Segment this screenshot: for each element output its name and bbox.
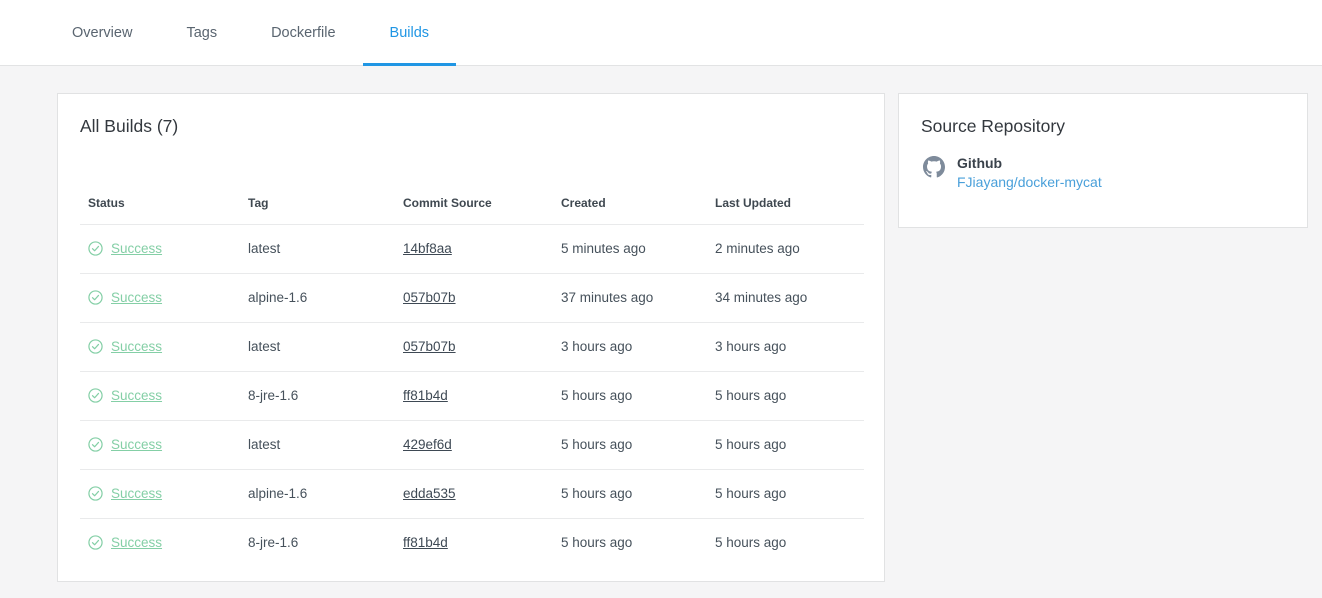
tab-tags-label: Tags bbox=[186, 24, 218, 41]
build-row: Success alpine-1.6 edda535 5 hours ago 5… bbox=[80, 469, 864, 519]
build-created: 5 hours ago bbox=[553, 371, 707, 421]
build-last-updated: 5 hours ago bbox=[707, 420, 864, 470]
all-builds-panel: All Builds (7) Status Tag Commit Source … bbox=[57, 93, 885, 582]
build-status-link[interactable]: Success bbox=[111, 339, 162, 354]
build-status-link[interactable]: Success bbox=[111, 388, 162, 403]
build-status-link[interactable]: Success bbox=[111, 535, 162, 550]
success-check-icon bbox=[88, 290, 103, 305]
build-row: Success latest 429ef6d 5 hours ago 5 hou… bbox=[80, 420, 864, 470]
success-check-icon bbox=[88, 437, 103, 452]
column-header-created: Created bbox=[553, 182, 707, 225]
build-status-link[interactable]: Success bbox=[111, 437, 162, 452]
build-status-link[interactable]: Success bbox=[111, 241, 162, 256]
build-created: 5 hours ago bbox=[561, 535, 633, 550]
source-provider-label: Github bbox=[957, 155, 1003, 171]
all-builds-title: All Builds (7) bbox=[80, 116, 179, 136]
build-tag: latest bbox=[240, 224, 395, 274]
source-repo-info: Github FJiayang/docker-mycat bbox=[957, 154, 1102, 192]
build-row: Success 8-jre-1.6 ff81b4d 5 hours ago 5 … bbox=[80, 518, 864, 567]
success-check-icon bbox=[88, 388, 103, 403]
repo-tab-bar: Overview Tags Dockerfile Builds bbox=[0, 0, 1322, 66]
builds-table-body: Success latest 14bf8aa 5 minutes ago 2 m… bbox=[80, 224, 864, 567]
source-repository-title: Source Repository bbox=[921, 116, 1065, 136]
build-row: Success latest 057b07b 3 hours ago 3 hou… bbox=[80, 322, 864, 372]
build-last-updated: 5 hours ago bbox=[707, 371, 864, 421]
column-header-tag: Tag bbox=[240, 182, 395, 225]
success-check-icon bbox=[88, 535, 103, 550]
commit-source-link[interactable]: 057b07b bbox=[403, 339, 456, 354]
commit-source-link[interactable]: ff81b4d bbox=[403, 535, 448, 550]
tab-overview-label: Overview bbox=[72, 24, 133, 41]
tab-builds[interactable]: Builds bbox=[362, 0, 457, 66]
build-tag: 8-jre-1.6 bbox=[248, 535, 299, 550]
build-tag: alpine-1.6 bbox=[240, 469, 395, 519]
build-last-updated: 2 minutes ago bbox=[707, 224, 864, 274]
commit-source-link[interactable]: 057b07b bbox=[403, 290, 456, 305]
build-last-updated: 5 hours ago bbox=[715, 535, 787, 550]
builds-table: Status Tag Commit Source Created Last Up… bbox=[80, 182, 864, 567]
build-last-updated: 34 minutes ago bbox=[707, 273, 864, 323]
tab-tags[interactable]: Tags bbox=[159, 0, 244, 65]
github-icon bbox=[923, 156, 945, 183]
column-header-last-updated: Last Updated bbox=[707, 182, 864, 225]
builds-table-header-row: Status Tag Commit Source Created Last Up… bbox=[80, 182, 864, 225]
column-header-status: Status bbox=[80, 182, 240, 225]
build-row: Success 8-jre-1.6 ff81b4d 5 hours ago 5 … bbox=[80, 371, 864, 421]
commit-source-link[interactable]: edda535 bbox=[403, 486, 456, 501]
tab-builds-label: Builds bbox=[389, 24, 430, 41]
source-repository-panel: Source Repository Github FJiayang/docker… bbox=[898, 93, 1308, 228]
build-tag: 8-jre-1.6 bbox=[240, 371, 395, 421]
build-last-updated: 5 hours ago bbox=[707, 469, 864, 519]
tab-dockerfile-label: Dockerfile bbox=[271, 24, 336, 41]
column-header-commit: Commit Source bbox=[395, 182, 553, 225]
build-created: 3 hours ago bbox=[553, 322, 707, 372]
build-created: 5 hours ago bbox=[553, 420, 707, 470]
success-check-icon bbox=[88, 241, 103, 256]
build-status-link[interactable]: Success bbox=[111, 290, 162, 305]
build-created: 5 minutes ago bbox=[553, 224, 707, 274]
build-created: 5 hours ago bbox=[553, 469, 707, 519]
content-area: All Builds (7) Status Tag Commit Source … bbox=[0, 66, 1322, 582]
tab-overview[interactable]: Overview bbox=[45, 0, 159, 65]
source-repo-row: Github FJiayang/docker-mycat bbox=[923, 154, 1307, 192]
build-tag: latest bbox=[240, 420, 395, 470]
commit-source-link[interactable]: 14bf8aa bbox=[403, 241, 452, 256]
source-repo-link[interactable]: FJiayang/docker-mycat bbox=[957, 174, 1102, 190]
success-check-icon bbox=[88, 339, 103, 354]
build-tag: latest bbox=[240, 322, 395, 372]
commit-source-link[interactable]: 429ef6d bbox=[403, 437, 452, 452]
build-tag: alpine-1.6 bbox=[240, 273, 395, 323]
success-check-icon bbox=[88, 486, 103, 501]
tab-dockerfile[interactable]: Dockerfile bbox=[244, 0, 362, 65]
build-row: Success alpine-1.6 057b07b 37 minutes ag… bbox=[80, 273, 864, 323]
build-created: 37 minutes ago bbox=[553, 273, 707, 323]
build-last-updated: 3 hours ago bbox=[707, 322, 864, 372]
commit-source-link[interactable]: ff81b4d bbox=[403, 388, 448, 403]
build-status-link[interactable]: Success bbox=[111, 486, 162, 501]
build-row: Success latest 14bf8aa 5 minutes ago 2 m… bbox=[80, 224, 864, 274]
